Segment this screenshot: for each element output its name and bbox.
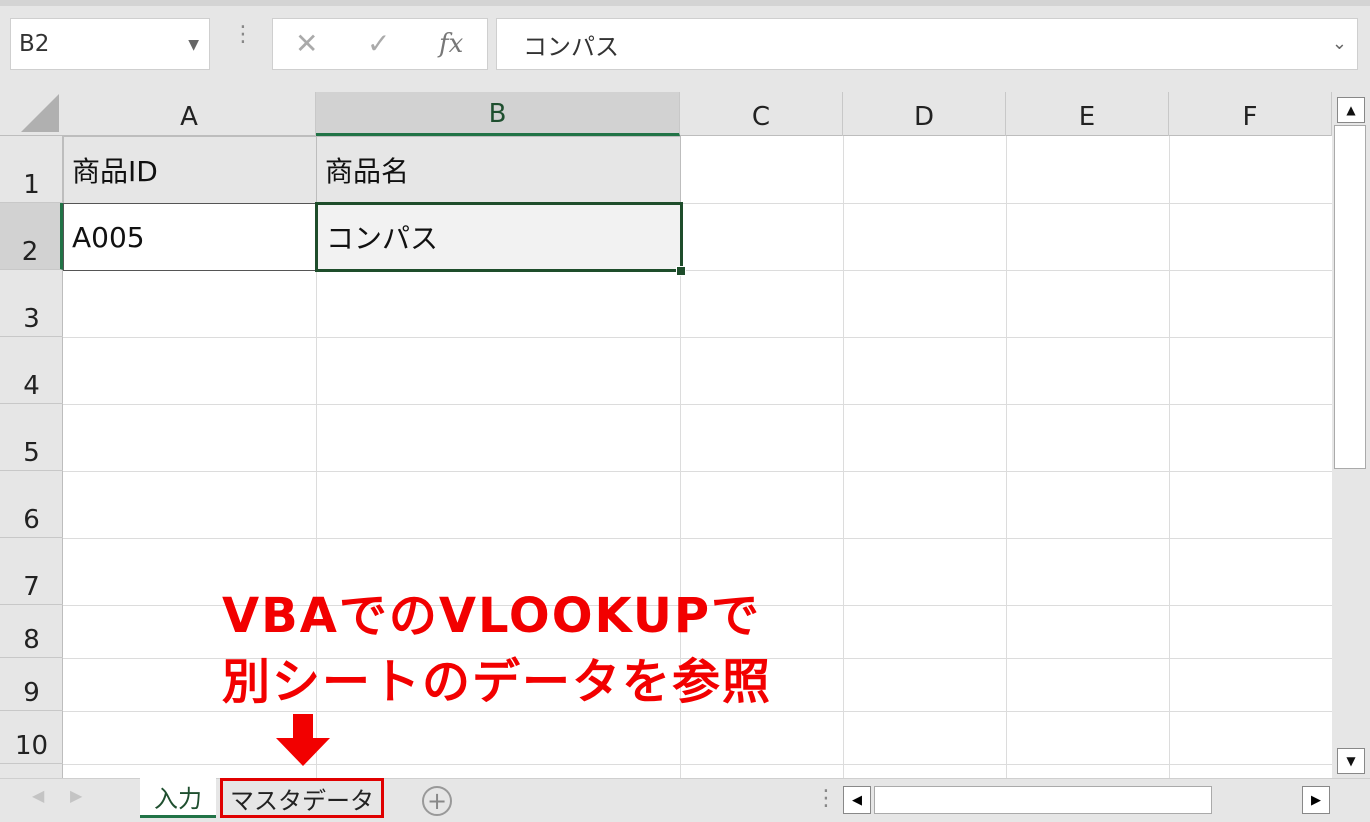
cell-a1[interactable]: 商品ID	[63, 136, 317, 204]
row-header-9[interactable]: 9	[0, 658, 63, 711]
triangle-up-icon: ▲	[1346, 103, 1356, 117]
scroll-up-button[interactable]: ▲	[1337, 97, 1365, 123]
row-header-4[interactable]: 4	[0, 337, 63, 404]
gridline	[63, 471, 1332, 472]
name-box[interactable]: B2 ▼	[10, 18, 210, 70]
gridline	[63, 764, 1332, 765]
arrow-down-icon	[276, 714, 330, 766]
annotation-line-1: VBAでのVLOOKUPで	[222, 588, 762, 644]
cancel-icon[interactable]: ✕	[295, 27, 318, 60]
formula-buttons: ✕ ✓ fx	[272, 18, 488, 70]
scroll-right-button[interactable]: ▶	[1302, 786, 1330, 814]
column-header-d[interactable]: D	[843, 92, 1006, 136]
insert-function-icon[interactable]: fx	[439, 29, 463, 59]
annotation-line-2: 別シートのデータを参照	[222, 654, 773, 710]
tab-split-handle[interactable]: ⋮	[815, 786, 837, 811]
gridline	[63, 337, 1332, 338]
scroll-left-button[interactable]: ◀	[843, 786, 871, 814]
row-header-7[interactable]: 7	[0, 538, 63, 605]
cell-b1[interactable]: 商品名	[316, 136, 681, 204]
expand-formula-icon[interactable]: ⌄	[1332, 33, 1347, 54]
add-sheet-icon[interactable]: +	[422, 786, 452, 816]
gridline	[843, 136, 844, 778]
window-top-border	[0, 0, 1370, 6]
prev-sheet-icon[interactable]: ◀	[32, 786, 44, 805]
column-header-c[interactable]: C	[680, 92, 843, 136]
cell-b2[interactable]: コンパス	[315, 202, 683, 272]
gridline	[63, 404, 1332, 405]
select-all-icon	[21, 94, 59, 132]
row-header-2[interactable]: 2	[0, 203, 63, 270]
row-header-3[interactable]: 3	[0, 270, 63, 337]
gridline	[1169, 136, 1170, 778]
column-header-f[interactable]: F	[1169, 92, 1332, 136]
vertical-scroll-thumb[interactable]	[1334, 125, 1366, 469]
name-box-value: B2	[19, 31, 50, 57]
row-header-6[interactable]: 6	[0, 471, 63, 538]
row-header-8[interactable]: 8	[0, 605, 63, 658]
column-header-b[interactable]: B	[316, 92, 680, 136]
next-sheet-icon[interactable]: ▶	[70, 786, 82, 805]
sheet-tab-input[interactable]: 入力	[140, 778, 216, 818]
select-all-button[interactable]	[0, 92, 63, 136]
formula-value: コンパス	[523, 32, 619, 61]
enter-icon[interactable]: ✓	[367, 27, 390, 60]
triangle-left-icon: ◀	[852, 792, 862, 808]
gridline	[63, 711, 1332, 712]
fill-handle[interactable]	[676, 266, 686, 276]
row-header-5[interactable]: 5	[0, 404, 63, 471]
row-header-10[interactable]: 10	[0, 711, 63, 764]
triangle-down-icon: ▼	[1346, 754, 1356, 768]
column-header-e[interactable]: E	[1006, 92, 1169, 136]
triangle-right-icon: ▶	[1311, 792, 1321, 808]
gridline	[63, 538, 1332, 539]
gridline	[1006, 136, 1007, 778]
row-header-1[interactable]: 1	[0, 136, 63, 203]
sheet-tab-master-data[interactable]: マスタデータ	[220, 778, 384, 818]
scroll-down-button[interactable]: ▼	[1337, 748, 1365, 774]
horizontal-scroll-thumb[interactable]	[874, 786, 1212, 814]
more-options-icon[interactable]: ⋮	[232, 24, 254, 46]
column-header-a[interactable]: A	[63, 92, 316, 136]
formula-input[interactable]: コンパス ⌄	[496, 18, 1358, 70]
cell-a2[interactable]: A005	[63, 203, 317, 271]
chevron-down-icon[interactable]: ▼	[188, 37, 199, 53]
